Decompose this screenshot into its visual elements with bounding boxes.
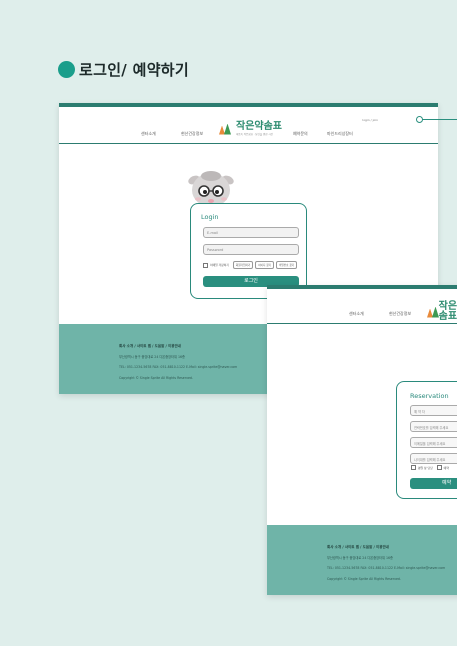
top-bar <box>59 103 438 107</box>
footer-contact: TEL: 051-1234-5678 FAX: 051-8810-1122 E-… <box>119 365 238 369</box>
find-id-button[interactable]: 아이디 찾기 <box>255 261 274 269</box>
footer-links[interactable]: 회사 소개 / 사이트 맵 / 도움말 / 이용안내 <box>327 545 389 550</box>
reserve-label: 예약 <box>443 465 449 470</box>
email-field[interactable]: E-mail <box>203 227 299 238</box>
login-title: Login <box>201 213 219 221</box>
login-options: 이메일 저장하기 회원가입하기 아이디 찾기 비밀번호 찾기 <box>203 261 298 269</box>
brand-logo[interactable]: 작은약솜표 <box>427 302 457 322</box>
age-field[interactable]: 나이대를 입력해 주세요 <box>410 453 457 464</box>
remember-label: 이메일 저장하기 <box>210 263 229 267</box>
nav-item-health-info[interactable]: 현산건강정보 <box>181 131 203 137</box>
weekday-checkbox[interactable] <box>411 465 416 470</box>
signup-button[interactable]: 회원가입하기 <box>232 261 254 269</box>
phone-field[interactable]: 연락번호를 입력해 주세요 <box>410 421 457 432</box>
bullet-dot-icon <box>58 61 75 78</box>
section-title: 로그인/ 예약하기 <box>79 61 190 79</box>
footer-copyright: Copyright © Single Sprite All Rights Res… <box>327 577 401 581</box>
reservation-page-mockup: 센터소개 현산건강정보 작은약솜표 Reservation 예 약 자 연락번호… <box>267 285 457 595</box>
footer-contact: TEL: 051-1234-5678 FAX: 051-8810-1122 E-… <box>327 566 446 570</box>
footer-copyright: Copyright © Single Sprite All Rights Res… <box>119 376 193 380</box>
reserve-button[interactable]: 예약 <box>410 478 457 489</box>
remember-checkbox[interactable] <box>203 262 208 268</box>
section-heading: 로그인/ 예약하기 <box>58 59 189 80</box>
annotation-line <box>419 119 457 120</box>
annotation-dot-icon <box>416 116 423 123</box>
find-password-button[interactable]: 비밀번호 찾기 <box>276 261 298 269</box>
password-field[interactable]: Password <box>203 244 299 255</box>
nav-divider <box>59 143 438 144</box>
nav-item-center[interactable]: 센터소개 <box>349 311 364 317</box>
brand-tagline: 마음속 작은쉼표 · 당신을 위한 시간 <box>236 133 273 136</box>
brand-logo[interactable]: 작은약솜표 마음속 작은쉼표 · 당신을 위한 시간 <box>219 122 282 136</box>
logo-mountain-icon <box>219 123 233 135</box>
footer-links[interactable]: 회사 소개 / 사이트 맵 / 도움말 / 이용안내 <box>119 344 181 349</box>
top-bar <box>267 285 457 289</box>
nav-item-center[interactable]: 센터소개 <box>141 131 156 137</box>
nav-item-market[interactable]: 마인드리상장터 <box>327 131 353 137</box>
nav-divider <box>267 323 457 324</box>
email-field[interactable]: 이메일을 입력해 주세요 <box>410 437 457 448</box>
reserver-name-field[interactable]: 예 약 자 <box>410 405 457 416</box>
mascot-sheep-icon <box>188 171 234 207</box>
reservation-card: Reservation 예 약 자 연락번호를 입력해 주세요 이메일을 입력해… <box>396 381 457 499</box>
weekday-label: 평일 상 담당 <box>418 465 433 470</box>
reservation-title: Reservation <box>410 392 449 400</box>
brand-name: 작은약솜표 <box>236 121 282 132</box>
nav-item-reservation[interactable]: 예약문의 <box>293 131 308 137</box>
footer-address: 부산광역시 동구 중앙대로 24 다온중앙타워 16층 <box>119 355 185 359</box>
nav-item-health-info[interactable]: 현산건강정보 <box>389 311 411 317</box>
footer: 회사 소개 / 사이트 맵 / 도움말 / 이용안내 부산광역시 동구 중앙대로… <box>267 525 457 595</box>
footer-address: 부산광역시 동구 중앙대로 24 다온중앙타워 16층 <box>327 556 393 560</box>
logo-mountain-icon <box>427 306 439 318</box>
reservation-options: 평일 상 담당 예약 <box>411 465 451 470</box>
login-join-link[interactable]: login / join <box>362 118 378 122</box>
brand-name: 작은약솜표 <box>438 301 457 322</box>
reserve-checkbox[interactable] <box>436 465 442 470</box>
